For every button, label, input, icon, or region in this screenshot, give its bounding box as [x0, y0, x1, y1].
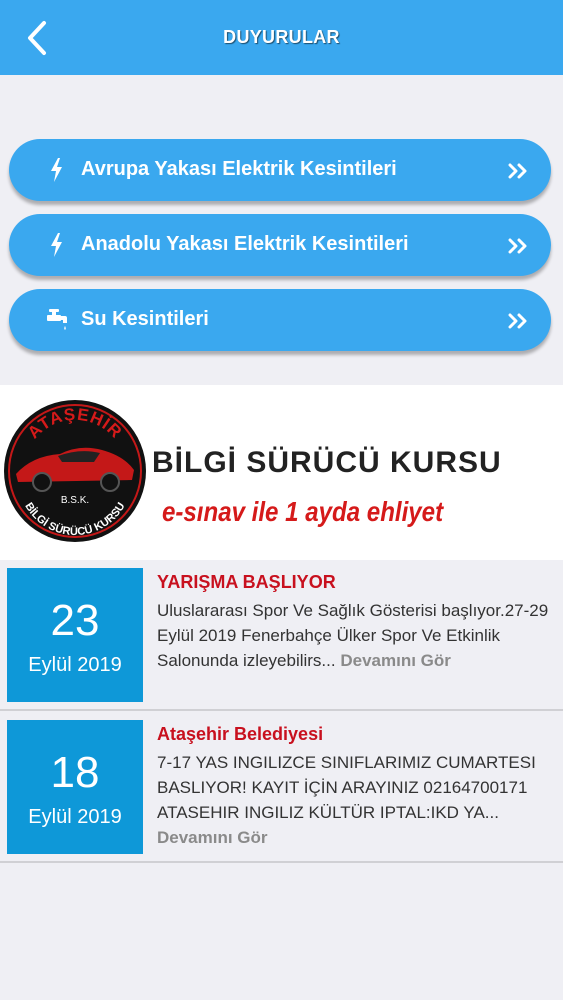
- news-title: Ataşehir Belediyesi: [157, 724, 324, 744]
- lightning-icon: [51, 158, 62, 182]
- date-box: 23 Eylül 2019: [7, 568, 143, 702]
- top-bar: DUYURULAR: [0, 0, 563, 75]
- menu-button-label: Avrupa Yakası Elektrik Kesintileri: [81, 158, 397, 180]
- double-chevron-right-icon: [508, 313, 527, 329]
- divider: [0, 861, 563, 863]
- read-more-link[interactable]: Devamını Gör: [157, 828, 268, 847]
- news-body: Uluslararası Spor Ve Sağlık Gösterisi ba…: [157, 598, 552, 673]
- driving-school-logo: ATAŞEHİR B.S.K. BİLGİ SÜRÜCÜ KURSU: [4, 400, 146, 542]
- news-day: 18: [50, 748, 100, 797]
- read-more-link[interactable]: Devamını Gör: [340, 651, 451, 670]
- news-body-text: 7-17 YAS INGILIZCE SINIFLARIMIZ CUMARTES…: [157, 753, 536, 822]
- double-chevron-right-icon: [508, 238, 527, 254]
- menu-button-europe-power[interactable]: Avrupa Yakası Elektrik Kesintileri: [9, 139, 551, 201]
- page-title: DUYURULAR: [223, 27, 340, 47]
- lightning-icon: [51, 233, 62, 257]
- date-box: 18 Eylül 2019: [7, 720, 143, 854]
- logo-text-mid: B.S.K.: [61, 495, 89, 506]
- menu-button-water[interactable]: Su Kesintileri: [9, 289, 551, 351]
- news-item[interactable]: 18 Eylül 2019 Ataşehir Belediyesi 7-17 Y…: [0, 712, 563, 864]
- news-list: 23 Eylül 2019 YARIŞMA BAŞLIYOR Uluslarar…: [0, 560, 563, 1000]
- news-month-year: Eylül 2019: [28, 654, 122, 676]
- menu-button-label: Anadolu Yakası Elektrik Kesintileri: [81, 233, 409, 255]
- news-day: 23: [50, 596, 100, 645]
- water-tap-icon: [47, 309, 67, 330]
- news-item[interactable]: 23 Eylül 2019 YARIŞMA BAŞLIYOR Uluslarar…: [0, 560, 563, 712]
- menu-button-anatolia-power[interactable]: Anadolu Yakası Elektrik Kesintileri: [9, 214, 551, 276]
- divider: [0, 709, 563, 711]
- news-month-year: Eylül 2019: [28, 806, 122, 828]
- news-title: YARIŞMA BAŞLIYOR: [157, 572, 336, 592]
- menu-section: Avrupa Yakası Elektrik Kesintileri Anado…: [0, 75, 563, 385]
- news-body: 7-17 YAS INGILIZCE SINIFLARIMIZ CUMARTES…: [157, 750, 552, 850]
- menu-button-label: Su Kesintileri: [81, 308, 209, 330]
- banner-slogan: e-sınav ile 1 ayda ehliyet: [162, 496, 444, 527]
- banner-brand: BİLGİ SÜRÜCÜ KURSU: [152, 446, 502, 479]
- double-chevron-right-icon: [508, 163, 527, 179]
